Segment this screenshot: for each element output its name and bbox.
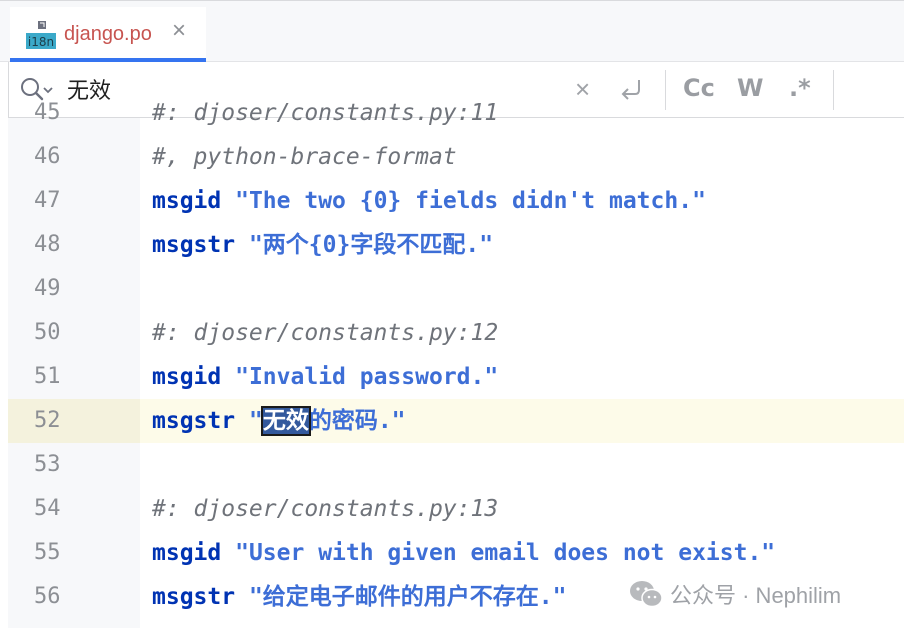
comment-token: #: djoser/constants.py:11 xyxy=(152,100,499,126)
code-text: msgid "Invalid password." xyxy=(152,355,498,399)
line-number: 49 xyxy=(34,276,61,301)
keyword-token: msgid xyxy=(152,364,222,390)
code-line[interactable]: 54 #: djoser/constants.py:13 xyxy=(8,487,904,531)
line-number: 47 xyxy=(34,188,61,213)
code-text: msgstr "无效的密码." xyxy=(152,399,406,443)
string-token: "User with given email does not exist." xyxy=(235,540,776,566)
string-token: "两个{0}字段不匹配." xyxy=(248,232,494,258)
keyword-token: msgid xyxy=(152,540,222,566)
i18n-file-icon: i18n xyxy=(26,21,56,49)
code-line[interactable]: 45 #: djoser/constants.py:11 xyxy=(8,91,904,135)
search-match-highlight: 无效 xyxy=(260,406,311,436)
code-text: #: djoser/constants.py:12 xyxy=(152,311,498,355)
watermark: 公众号 · Nephilim xyxy=(628,576,842,612)
keyword-token: msgstr xyxy=(152,584,236,610)
code-line[interactable]: 48 msgstr "两个{0}字段不匹配." xyxy=(8,223,904,267)
string-token: "给定电子邮件的用户不存在." xyxy=(248,584,567,610)
code-text: msgid "User with given email does not ex… xyxy=(152,531,775,575)
code-line[interactable]: 49 xyxy=(8,267,904,311)
code-text: msgstr "两个{0}字段不匹配." xyxy=(152,223,493,267)
line-number: 54 xyxy=(34,496,61,521)
keyword-token: msgstr xyxy=(152,408,236,434)
line-number: 46 xyxy=(34,144,61,169)
comment-token: #: djoser/constants.py:13 xyxy=(152,496,499,522)
code-line[interactable]: 47 msgid "The two {0} fields didn't match… xyxy=(8,179,904,223)
code-line[interactable]: 46 #, python-brace-format xyxy=(8,135,904,179)
string-token: " xyxy=(248,408,263,434)
string-token: "The two {0} fields didn't match." xyxy=(235,188,706,214)
line-number: 48 xyxy=(34,232,61,257)
line-number: 51 xyxy=(34,364,61,389)
line-number: 45 xyxy=(34,100,61,125)
watermark-text: 公众号 · Nephilim xyxy=(670,583,842,608)
code-line[interactable]: 50 #: djoser/constants.py:12 xyxy=(8,311,904,355)
line-number: 55 xyxy=(34,540,61,565)
string-token: "Invalid password." xyxy=(235,364,499,390)
code-text: msgid "The two {0} fields didn't match." xyxy=(152,179,706,223)
comment-token: #, python-brace-format xyxy=(152,144,457,170)
code-text: #, python-brace-format xyxy=(152,135,457,179)
comment-token: #: djoser/constants.py:12 xyxy=(152,320,499,346)
code-line[interactable]: 53 xyxy=(8,443,904,487)
editor-margin xyxy=(0,62,8,628)
svg-text:i18n: i18n xyxy=(28,35,54,49)
keyword-token: msgid xyxy=(152,188,222,214)
tab-django-po[interactable]: i18n django.po × xyxy=(10,7,206,62)
current-code-line[interactable]: 52 msgstr "无效的密码." xyxy=(8,399,904,443)
code-text: msgstr "给定电子邮件的用户不存在." xyxy=(152,575,567,619)
line-number: 50 xyxy=(34,320,61,345)
keyword-token: msgstr xyxy=(152,232,236,258)
code-line[interactable]: 55 msgid "User with given email does not … xyxy=(8,531,904,575)
line-number: 53 xyxy=(34,452,61,477)
code-text: #: djoser/constants.py:11 xyxy=(152,91,498,135)
line-number: 56 xyxy=(34,584,61,609)
code-line[interactable]: 51 msgid "Invalid password." xyxy=(8,355,904,399)
string-token: 的密码." xyxy=(308,408,406,434)
wechat-icon xyxy=(630,581,663,608)
line-number: 52 xyxy=(8,399,140,443)
code-text: #: djoser/constants.py:13 xyxy=(152,487,498,531)
tab-title: django.po xyxy=(64,23,152,45)
tab-bar: i18n django.po × xyxy=(0,0,904,62)
close-icon[interactable]: × xyxy=(172,19,186,43)
